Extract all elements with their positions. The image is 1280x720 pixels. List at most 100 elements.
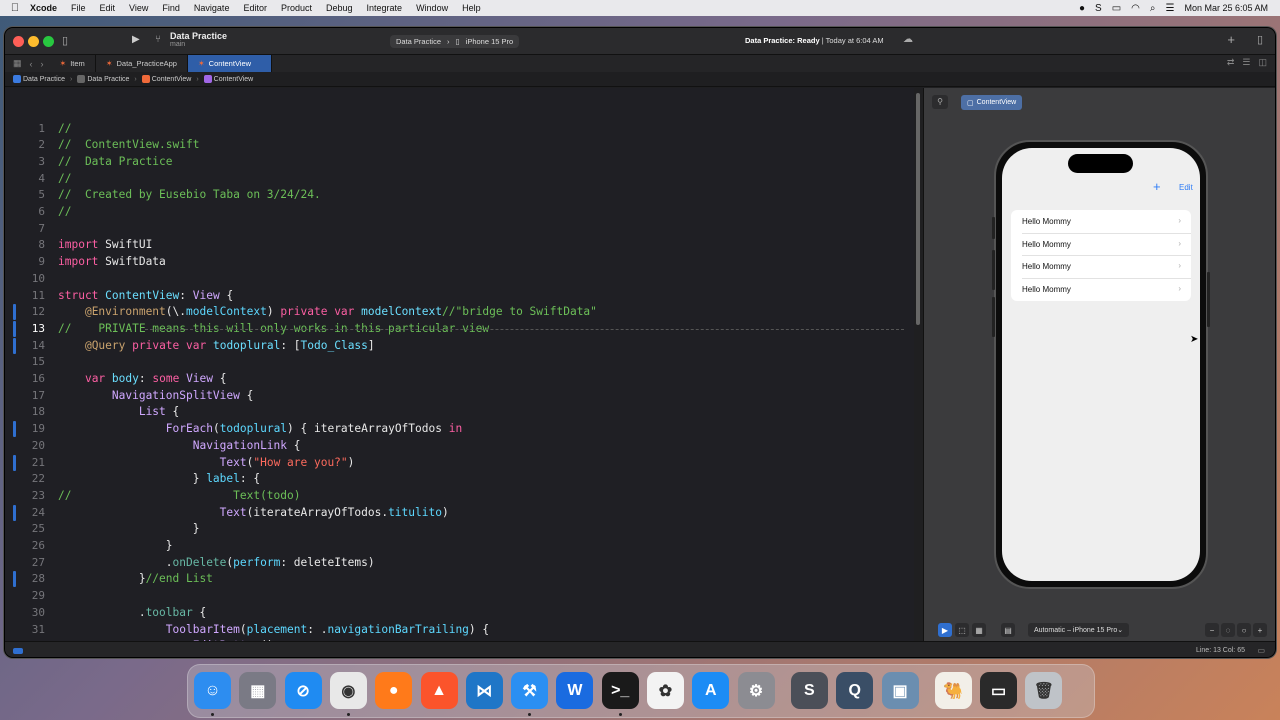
screenshots-stack-icon[interactable]: ▭ — [980, 672, 1018, 709]
tab-contentview[interactable]: ✶ ContentView — [187, 54, 272, 73]
menu-integrate[interactable]: Integrate — [367, 3, 403, 13]
preview-icon[interactable]: ▣ — [881, 672, 919, 709]
menu-find[interactable]: Find — [162, 3, 180, 13]
code-line[interactable]: 30 .toolbar { — [5, 605, 914, 622]
code-line[interactable]: 3 // Data Practice — [5, 154, 914, 171]
sublime-icon[interactable]: S — [790, 672, 828, 709]
menu-debug[interactable]: Debug — [326, 3, 353, 13]
quicktime-icon[interactable]: Q — [836, 672, 874, 709]
code-line[interactable]: 23 // Text(todo) — [5, 488, 914, 505]
code-line[interactable]: 10 — [5, 271, 914, 288]
sublime-menu-icon[interactable]: S — [1095, 3, 1102, 14]
run-destination[interactable]: iPhone 15 Pro — [466, 37, 514, 46]
line-number[interactable]: 18 — [5, 404, 45, 421]
zoom-fit-icon[interactable]: ◌ — [1221, 623, 1235, 637]
debug-area-toggle[interactable] — [13, 648, 23, 654]
project-title[interactable]: Data Practice main — [170, 31, 227, 48]
record-icon[interactable]: ● — [1079, 3, 1085, 14]
breadcrumb-file[interactable]: ContentView — [141, 75, 191, 83]
code-line[interactable]: 13 // PRIVATE means this will only works … — [5, 320, 914, 338]
code-line[interactable]: 15 — [5, 354, 914, 371]
toggle-debug-area-icon[interactable]: ▭ — [1257, 646, 1265, 655]
line-number[interactable]: 23 — [5, 488, 45, 505]
code-line[interactable]: 8 import SwiftUI — [5, 237, 914, 254]
code-line[interactable]: 6 // — [5, 204, 914, 221]
line-number[interactable]: 8 — [5, 237, 45, 254]
spotlight-search-icon[interactable]: ⌕ — [1150, 3, 1156, 14]
menu-clock[interactable]: Mon Mar 25 6:05 AM — [1184, 3, 1268, 13]
system-settings-icon[interactable]: ⚙ — [737, 672, 775, 709]
toggle-navigator-icon[interactable]: ▯ — [62, 34, 68, 47]
line-number[interactable]: 22 — [5, 471, 45, 488]
terminal-icon[interactable]: >_ — [601, 672, 639, 709]
line-number[interactable]: 9 — [5, 254, 45, 271]
menu-file[interactable]: File — [71, 3, 86, 13]
list-item[interactable]: Hello Mommy › — [1011, 210, 1191, 233]
line-number[interactable]: 5 — [5, 187, 45, 204]
line-number[interactable]: 19 — [5, 421, 45, 438]
line-number[interactable]: 10 — [5, 271, 45, 288]
grid-icon[interactable]: ▦ — [13, 58, 22, 69]
chrome-icon[interactable]: ◉ — [329, 672, 367, 709]
code-line[interactable]: 31 ToolbarItem(placement: .navigationBar… — [5, 622, 914, 639]
preview-device-selector[interactable]: Automatic – iPhone 15 Pro ⌄ — [1028, 623, 1130, 637]
zoom-window-button[interactable] — [43, 36, 54, 47]
zoom-out-icon[interactable]: − — [1205, 623, 1219, 637]
code-line[interactable]: 24 Text(iterateArrayOfTodos.titulito) — [5, 504, 914, 522]
line-number[interactable]: 27 — [5, 555, 45, 572]
code-line[interactable]: 1 // — [5, 121, 914, 138]
xcode-icon[interactable]: ⚒ — [511, 672, 549, 709]
app-store-icon[interactable]: A — [692, 672, 730, 709]
code-line[interactable]: 25 } — [5, 521, 914, 538]
menu-app-name[interactable]: Xcode — [30, 3, 57, 13]
code-line[interactable]: 14 @Query private var todoplural: [Todo_… — [5, 337, 914, 355]
apple-menu-icon[interactable]:  — [0, 2, 30, 14]
code-line[interactable]: 22 } label: { — [5, 471, 914, 488]
zoom-100-icon[interactable]: ○ — [1237, 623, 1251, 637]
menu-window[interactable]: Window — [416, 3, 448, 13]
line-number[interactable]: 25 — [5, 521, 45, 538]
line-number[interactable]: 1 — [5, 121, 45, 138]
selectable-mode-icon[interactable]: ⬚ — [955, 623, 969, 637]
code-line[interactable]: 17 NavigationSplitView { — [5, 388, 914, 405]
code-line[interactable]: 5 // Created by Eusebio Taba on 3/24/24. — [5, 187, 914, 204]
breadcrumb-project[interactable]: Data Practice — [13, 75, 65, 83]
vscode-icon[interactable]: ⋈ — [465, 672, 503, 709]
menu-editor[interactable]: Editor — [243, 3, 267, 13]
line-number[interactable]: 16 — [5, 371, 45, 388]
cloud-icon[interactable]: ☁ — [903, 34, 913, 45]
back-icon[interactable]: ‹ — [30, 59, 33, 69]
code-line[interactable]: 16 var body: some View { — [5, 371, 914, 388]
firefox-icon[interactable]: ● — [375, 672, 413, 709]
code-line[interactable]: 27 .onDelete(perform: deleteItems) — [5, 555, 914, 572]
trash-icon[interactable]: 🗑 — [1025, 672, 1063, 709]
line-number[interactable]: 29 — [5, 588, 45, 605]
close-window-button[interactable] — [13, 36, 24, 47]
wifi-icon[interactable]: ◠ — [1131, 3, 1140, 14]
finder-icon[interactable]: ☺ — [194, 672, 231, 709]
preview-chip[interactable]: ▢ ContentView — [961, 95, 1023, 110]
toggle-inspector-icon[interactable]: ▯ — [1257, 33, 1263, 46]
tab-item[interactable]: ✶ Item — [50, 54, 96, 73]
line-number[interactable]: 28 — [5, 571, 45, 588]
code-line[interactable]: 20 NavigationLink { — [5, 438, 914, 455]
line-number[interactable]: 2 — [5, 137, 45, 154]
run-button[interactable]: ▶ — [132, 34, 140, 45]
menu-product[interactable]: Product — [281, 3, 312, 13]
downloads-stack-icon[interactable]: 🐫 — [934, 672, 972, 709]
edit-button[interactable]: Edit — [1179, 183, 1193, 192]
launchpad-icon[interactable]: ▦ — [239, 672, 277, 709]
code-line[interactable]: 2 // ContentView.swift — [5, 137, 914, 154]
menu-view[interactable]: View — [129, 3, 148, 13]
forward-icon[interactable]: › — [41, 59, 44, 69]
line-number[interactable]: 4 — [5, 171, 45, 188]
line-number[interactable]: 30 — [5, 605, 45, 622]
code-line[interactable]: 29 — [5, 588, 914, 605]
code-line[interactable]: 11 struct ContentView: View { — [5, 288, 914, 305]
battery-icon[interactable]: ▭ — [1112, 3, 1121, 14]
add-item-button[interactable]: + — [1153, 179, 1161, 194]
scheme-selector[interactable]: Data Practice › ▯ iPhone 15 Pro — [390, 35, 520, 48]
line-number[interactable]: 7 — [5, 221, 45, 238]
line-number[interactable]: 11 — [5, 288, 45, 305]
code-line[interactable]: 19 ForEach(todoplural) { iterateArrayOfT… — [5, 421, 914, 438]
